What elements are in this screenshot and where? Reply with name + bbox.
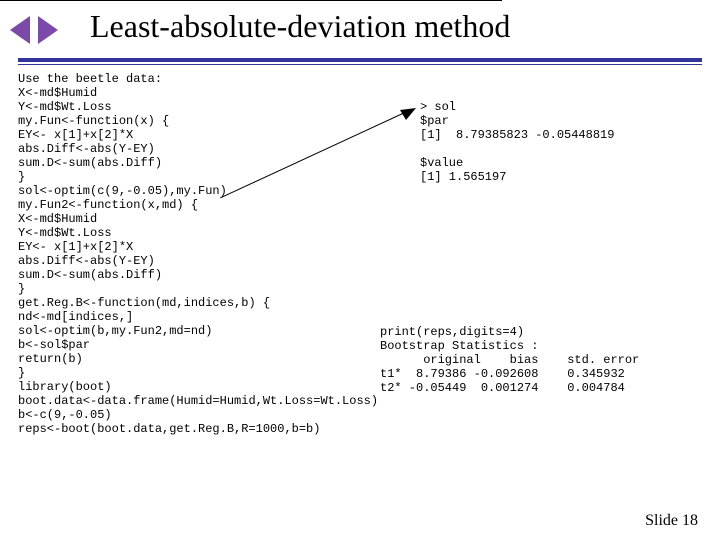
slide-number: Slide 18 — [645, 512, 698, 530]
title-rule-thin — [18, 64, 702, 65]
nav-next-button[interactable] — [38, 16, 58, 44]
slide-title: Least-absolute-deviation method — [90, 8, 690, 45]
output-block-top: > sol $par [1] 8.79385823 -0.05448819 $v… — [420, 100, 614, 184]
output-block-bottom: print(reps,digits=4) Bootstrap Statistic… — [380, 325, 639, 395]
connector-line-2 — [0, 0, 502, 2]
code-block-left: Use the beetle data: X<-md$Humid Y<-md$W… — [18, 72, 378, 436]
title-rule-thick — [18, 58, 702, 62]
nav-prev-button[interactable] — [10, 16, 30, 44]
